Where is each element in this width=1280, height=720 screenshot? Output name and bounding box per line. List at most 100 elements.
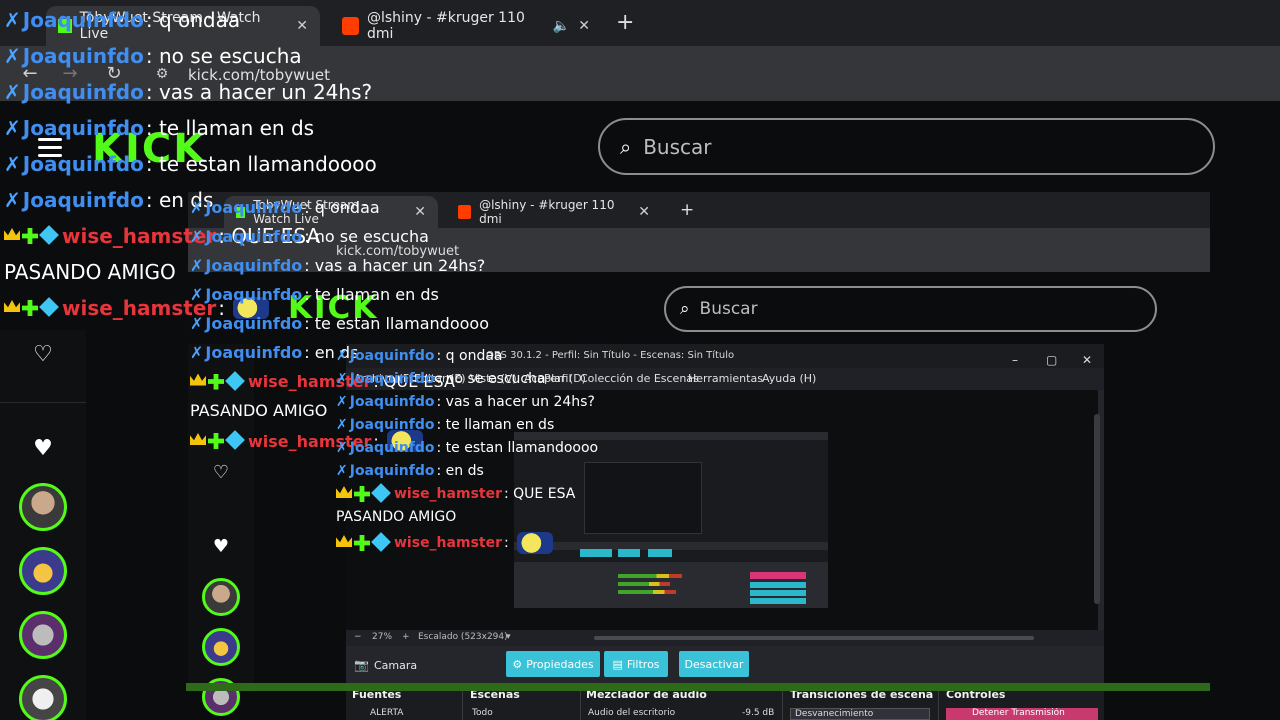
chat-username[interactable]: Joaquinfdo bbox=[350, 463, 435, 479]
scene-item[interactable]: Todo bbox=[472, 708, 493, 718]
chat-message: ✗ Joaquinfdo: no se escucha bbox=[190, 227, 429, 246]
gear-icon: ⚙ bbox=[512, 657, 523, 671]
chat-message: ✗ Joaquinfdo: te llaman en ds bbox=[336, 417, 554, 433]
chat-message: ✗ Joaquinfdo: no se escucha bbox=[336, 371, 546, 387]
following-heart-icon[interactable]: ♥ bbox=[28, 436, 58, 461]
chat-message: ✗ Joaquinfdo: te estan llamandoooo bbox=[4, 152, 377, 176]
menu-ayuda[interactable]: Ayuda (H) bbox=[762, 372, 816, 385]
following-heart-icon[interactable]: ♥ bbox=[206, 536, 236, 557]
avatar[interactable] bbox=[19, 547, 67, 595]
search-placeholder: Buscar bbox=[699, 299, 758, 319]
avatar[interactable] bbox=[202, 578, 240, 616]
user-badges-icon bbox=[190, 370, 245, 391]
filters-button[interactable]: ▤ Filtros bbox=[604, 651, 668, 677]
verified-badge-icon: ✗ bbox=[336, 371, 348, 387]
chat-username[interactable]: Joaquinfdo bbox=[23, 116, 144, 140]
chat-username[interactable]: Joaquinfdo bbox=[23, 8, 144, 32]
chat-username[interactable]: Joaquinfdo bbox=[350, 348, 435, 364]
menu-herramientas[interactable]: Herramientas bbox=[688, 372, 763, 385]
menu-perfil[interactable]: Perfil bbox=[544, 372, 572, 385]
tab-title: @lshiny - #kruger 110 dmi bbox=[366, 10, 525, 42]
chat-text: : q ondaa bbox=[145, 8, 241, 32]
chat-text: : bbox=[504, 535, 509, 551]
chat-username[interactable]: Joaquinfdo bbox=[205, 314, 302, 333]
search-input[interactable]: ⌕ Buscar bbox=[598, 118, 1215, 175]
close-tab-icon[interactable]: ✕ bbox=[414, 204, 426, 220]
chat-message: ✗ Joaquinfdo: te llaman en ds bbox=[190, 285, 439, 304]
avatar[interactable] bbox=[202, 628, 240, 666]
follow-heart-icon[interactable]: ♡ bbox=[206, 462, 236, 483]
verified-badge-icon: ✗ bbox=[336, 440, 348, 456]
chat-message: ✗ Joaquinfdo: en ds bbox=[4, 188, 213, 212]
soundcloud-tab-icon bbox=[342, 17, 359, 35]
preview-scrollbar[interactable] bbox=[1094, 414, 1100, 604]
verified-badge-icon: ✗ bbox=[4, 116, 21, 140]
menu-coleccion[interactable]: Colección de Escenas bbox=[580, 372, 699, 385]
mixer-db: -9.5 dB bbox=[742, 708, 775, 718]
verified-badge-icon: ✗ bbox=[336, 417, 348, 433]
chat-username[interactable]: Joaquinfdo bbox=[350, 417, 435, 433]
chat-username[interactable]: Joaquinfdo bbox=[205, 285, 302, 304]
chat-text: : vas a hacer un 24hs? bbox=[304, 256, 486, 275]
chat-message: wise_hamster: QUE ESA bbox=[336, 483, 576, 503]
transition-select[interactable]: Desvanecimiento bbox=[790, 708, 930, 720]
chat-username[interactable]: Joaquinfdo bbox=[23, 44, 144, 68]
nested-preview-thumbnail bbox=[514, 432, 828, 608]
chat-username[interactable]: Joaquinfdo bbox=[205, 227, 302, 246]
chat-text: : QUE ESA bbox=[504, 486, 576, 502]
new-tab-button[interactable]: + bbox=[680, 200, 694, 220]
chat-username[interactable]: Joaquinfdo bbox=[23, 80, 144, 104]
zoom-in-icon[interactable]: + bbox=[402, 632, 410, 642]
chevron-down-icon[interactable]: ▾ bbox=[506, 632, 511, 642]
chat-text: PASANDO AMIGO bbox=[336, 509, 457, 525]
properties-button[interactable]: ⚙ Propiedades bbox=[506, 651, 600, 677]
close-tab-icon[interactable]: ✕ bbox=[638, 204, 650, 220]
chat-username[interactable]: Joaquinfdo bbox=[205, 256, 302, 275]
chat-message: ✗ Joaquinfdo: q ondaa bbox=[336, 348, 503, 364]
chat-username[interactable]: Joaquinfdo bbox=[205, 198, 302, 217]
chat-text: : no se escucha bbox=[145, 44, 302, 68]
zoom-out-icon[interactable]: − bbox=[354, 632, 362, 642]
chat-text: PASANDO AMIGO bbox=[190, 401, 328, 420]
chat-username[interactable]: Joaquinfdo bbox=[205, 343, 302, 362]
accent-strip bbox=[186, 683, 1210, 691]
source-item[interactable]: ALERTA bbox=[370, 708, 403, 718]
follow-heart-icon[interactable]: ♡ bbox=[28, 342, 58, 367]
verified-badge-icon: ✗ bbox=[4, 44, 21, 68]
verified-badge-icon: ✗ bbox=[4, 188, 21, 212]
chat-message: PASANDO AMIGO bbox=[190, 401, 327, 420]
scaling-label: Escalado (523x294) bbox=[418, 632, 508, 642]
chat-username[interactable]: Joaquinfdo bbox=[350, 371, 435, 387]
mixer-item: Audio del escritorio bbox=[588, 708, 676, 718]
new-tab-button[interactable]: + bbox=[616, 10, 634, 35]
chat-message: ✗ Joaquinfdo: vas a hacer un 24hs? bbox=[336, 394, 595, 410]
avatar[interactable] bbox=[19, 675, 67, 720]
search-input[interactable]: ⌕ Buscar bbox=[664, 286, 1157, 332]
close-tab-icon[interactable]: ✕ bbox=[296, 18, 308, 34]
chat-text: : en ds bbox=[436, 463, 484, 479]
tab-soundcloud[interactable]: @lshiny - #kruger 110 dmi 🔈 ✕ bbox=[330, 6, 602, 46]
stop-stream-button[interactable]: Detener Transmisión bbox=[946, 708, 1098, 720]
chat-username[interactable]: wise_hamster bbox=[394, 486, 502, 502]
close-tab-icon[interactable]: ✕ bbox=[578, 18, 590, 34]
chat-message: ✗ Joaquinfdo: vas a hacer un 24hs? bbox=[4, 80, 372, 104]
user-badges-icon bbox=[190, 430, 245, 450]
chat-username[interactable]: Joaquinfdo bbox=[350, 440, 435, 456]
tab-soundcloud[interactable]: @lshiny - #kruger 110 dmi ✕ bbox=[446, 196, 662, 228]
chat-message: ✗ Joaquinfdo: te estan llamandoooo bbox=[336, 440, 598, 456]
chat-message: ✗ Joaquinfdo: q ondaa bbox=[190, 198, 380, 217]
chat-message: ✗ Joaquinfdo: en ds bbox=[190, 343, 358, 362]
chat-username[interactable]: wise_hamster bbox=[394, 535, 502, 551]
chat-username[interactable]: Joaquinfdo bbox=[23, 152, 144, 176]
chat-username[interactable]: Joaquinfdo bbox=[23, 188, 144, 212]
chat-text: : te estan llamandoooo bbox=[145, 152, 377, 176]
avatar[interactable] bbox=[19, 483, 67, 531]
chat-text: PASANDO AMIGO bbox=[4, 260, 176, 284]
chat-message: ✗ Joaquinfdo: q ondaa bbox=[4, 8, 240, 32]
deactivate-button[interactable]: Desactivar bbox=[679, 651, 749, 677]
chat-text: : no se escucha bbox=[436, 371, 546, 387]
verified-badge-icon: ✗ bbox=[190, 227, 204, 246]
avatar[interactable] bbox=[19, 611, 67, 659]
chat-username[interactable]: Joaquinfdo bbox=[350, 394, 435, 410]
horizontal-scrollbar[interactable] bbox=[594, 636, 1034, 640]
